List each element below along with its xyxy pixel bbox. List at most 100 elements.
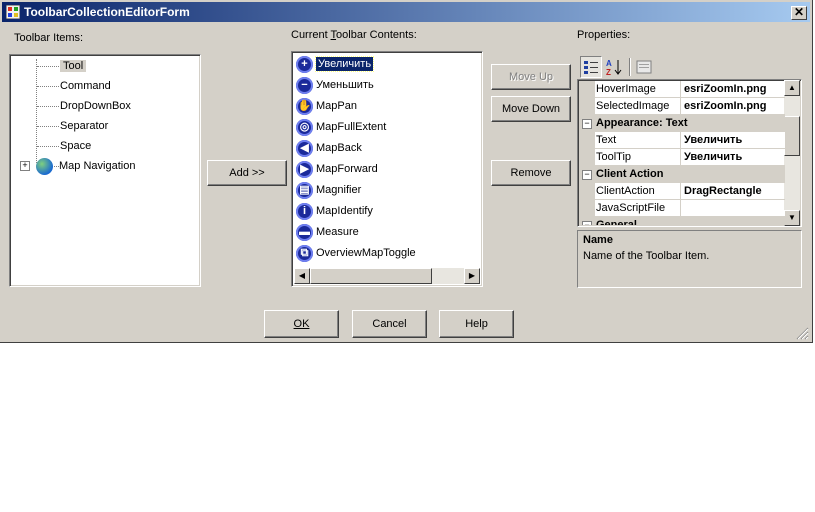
property-grid[interactable]: ▲ ▼ HoverImage esriZoomIn.png SelectedImag…	[577, 79, 802, 227]
scroll-right-button[interactable]: ▶	[464, 268, 480, 284]
current-contents-label: Current Toolbar Contents:	[291, 29, 417, 41]
help-button[interactable]: Help	[439, 310, 514, 338]
tool-icon: ✋	[296, 97, 313, 115]
help-label: Help	[465, 318, 488, 330]
list-item-label: Measure	[316, 226, 359, 238]
move-up-button[interactable]: Move Up	[491, 64, 571, 90]
property-row[interactable]: ClientAction DragRectangle	[579, 183, 785, 200]
scroll-thumb[interactable]	[784, 116, 800, 156]
property-description-panel: Name Name of the Toolbar Item.	[577, 230, 802, 288]
property-category-label: Client Action	[596, 168, 664, 180]
list-item[interactable]: ▬ Measure	[296, 222, 359, 242]
resize-grip-icon[interactable]	[795, 326, 809, 340]
svg-text:A: A	[606, 59, 612, 68]
tree-item[interactable]: Command	[60, 77, 111, 95]
property-row[interactable]: ToolTip Увеличить	[579, 149, 785, 166]
property-gutter	[579, 98, 595, 115]
list-item[interactable]: ▶ MapForward	[296, 159, 378, 179]
toolbar-separator	[629, 58, 631, 76]
tool-icon: ⧉	[296, 244, 313, 262]
tree-item-label: Map Navigation	[59, 160, 136, 172]
list-item[interactable]: ✋ MapPan	[296, 96, 357, 116]
property-value[interactable]: Увеличить	[681, 149, 785, 166]
move-down-button[interactable]: Move Down	[491, 96, 571, 122]
tool-icon: ▬	[296, 223, 313, 241]
ok-button[interactable]: OK	[264, 310, 339, 338]
property-value[interactable]: esriZoomIn.png	[681, 98, 785, 115]
list-item[interactable]: i MapIdentify	[296, 201, 373, 221]
list-item-label: Magnifier	[316, 184, 362, 196]
property-name: HoverImage	[595, 81, 681, 98]
tree-item[interactable]: Tool	[60, 57, 87, 75]
property-value[interactable]: DragRectangle	[681, 183, 785, 200]
toolbar-items-tree[interactable]: Tool Command DropDownBox Separator Space + Map…	[9, 54, 201, 287]
move-down-label: Move Down	[501, 103, 561, 115]
window-title: ToolbarCollectionEditorForm	[24, 5, 190, 19]
property-pages-button[interactable]	[633, 56, 655, 78]
tree-item[interactable]: Separator	[60, 117, 108, 135]
property-gutter	[579, 81, 595, 98]
property-row[interactable]: JavaScriptFile	[579, 200, 785, 217]
horizontal-scrollbar[interactable]: ◀ ▶	[294, 268, 480, 284]
list-item-label: MapFullExtent	[316, 121, 387, 133]
property-pages-icon	[636, 60, 652, 74]
description-text: Name of the Toolbar Item.	[583, 250, 710, 262]
tree-item-label: DropDownBox	[60, 100, 131, 112]
list-item[interactable]: ◀ MapBack	[296, 138, 362, 158]
property-category[interactable]: − Appearance: Text	[579, 115, 785, 132]
property-category[interactable]: − General	[579, 217, 785, 225]
property-grid-scrollbar[interactable]: ▲ ▼	[784, 80, 800, 226]
tree-item[interactable]: DropDownBox	[60, 97, 131, 115]
property-value[interactable]	[681, 200, 785, 217]
current-contents-list[interactable]: ◀ ▶ + Увеличить − Уменьшить ✋ MapPan ◎ MapFullE…	[291, 51, 483, 287]
close-button[interactable]: ✕	[791, 6, 807, 20]
property-category[interactable]: − Client Action	[579, 166, 785, 183]
tool-icon: +	[296, 55, 313, 73]
categorized-button[interactable]	[580, 56, 602, 78]
remove-button[interactable]: Remove	[491, 160, 571, 186]
title-bar[interactable]: ToolbarCollectionEditorForm ✕	[2, 2, 810, 22]
tool-icon: ◎	[296, 118, 313, 136]
property-name: SelectedImage	[595, 98, 681, 115]
property-value[interactable]: esriZoomIn.png	[681, 81, 785, 98]
list-item[interactable]: ▤ Magnifier	[296, 180, 361, 200]
collapse-minus-icon[interactable]: −	[582, 119, 592, 129]
tree-item-label: Command	[60, 80, 111, 92]
tree-line	[37, 146, 59, 147]
tree-item[interactable]: Space	[60, 137, 91, 155]
tree-line	[37, 106, 59, 107]
properties-toolbar: A Z	[577, 54, 801, 80]
cancel-button[interactable]: Cancel	[352, 310, 427, 338]
arrow-up-icon: ▲	[788, 83, 796, 92]
property-row[interactable]: HoverImage esriZoomIn.png	[579, 81, 785, 98]
add-button-label: Add >>	[229, 167, 265, 179]
tree-item[interactable]: + Map Navigation	[20, 157, 136, 175]
property-category-label: Appearance: Text	[596, 117, 688, 129]
tree-line	[37, 86, 59, 87]
list-item[interactable]: ⧉ OverviewMapToggle	[296, 243, 416, 263]
list-item[interactable]: + Увеличить	[296, 54, 375, 74]
tree-line	[36, 59, 37, 163]
list-item-label: Уменьшить	[316, 79, 374, 91]
dialog-window: ToolbarCollectionEditorForm ✕ Toolbar It…	[0, 0, 813, 343]
list-item[interactable]: − Уменьшить	[296, 75, 374, 95]
scroll-up-button[interactable]: ▲	[784, 80, 800, 96]
tree-line	[37, 126, 59, 127]
property-name: Text	[595, 132, 681, 149]
globe-icon	[36, 157, 53, 175]
tool-icon: −	[296, 76, 313, 94]
scroll-left-button[interactable]: ◀	[294, 268, 310, 284]
collapse-minus-icon[interactable]: −	[582, 221, 592, 225]
property-row[interactable]: SelectedImage esriZoomIn.png	[579, 98, 785, 115]
scroll-down-button[interactable]: ▼	[784, 210, 800, 226]
sort-alphabetical-icon: A Z	[606, 59, 622, 76]
collapse-minus-icon[interactable]: −	[582, 170, 592, 180]
property-row[interactable]: Text Увеличить	[579, 132, 785, 149]
list-item[interactable]: ◎ MapFullExtent	[296, 117, 386, 137]
description-title: Name	[583, 234, 613, 246]
alphabetical-button[interactable]: A Z	[603, 56, 625, 78]
scroll-thumb[interactable]	[310, 268, 432, 284]
property-value[interactable]: Увеличить	[681, 132, 785, 149]
add-button[interactable]: Add >>	[207, 160, 287, 186]
expand-plus-icon[interactable]: +	[20, 161, 30, 171]
